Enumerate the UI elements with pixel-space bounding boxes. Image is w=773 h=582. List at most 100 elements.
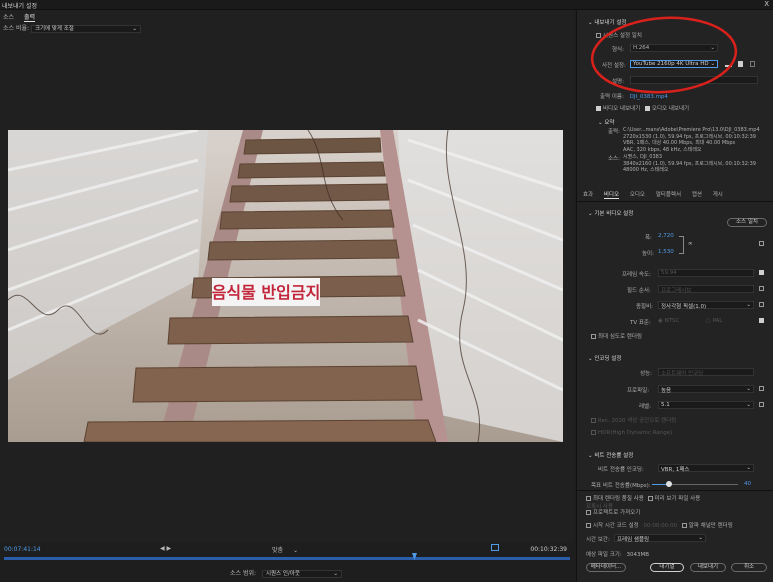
chevron-down-icon: ⌄ bbox=[746, 386, 751, 392]
tv-standard-checkbox[interactable] bbox=[759, 318, 764, 323]
field-order-checkbox[interactable] bbox=[759, 286, 764, 291]
height-label: 높이: bbox=[642, 251, 654, 257]
hdr-row[interactable]: HDR(High Dynamic Range) bbox=[591, 430, 672, 436]
import-project-label: 프로젝트로 가져오기 bbox=[593, 510, 641, 516]
export-av-row: 비디오 내보내기 오디오 내보내기 bbox=[596, 104, 689, 112]
encoding-header[interactable]: ⌄ 인코딩 설정 bbox=[588, 354, 621, 362]
performance-dropdown[interactable]: 소프트웨어 인코딩 bbox=[658, 368, 754, 377]
source-range-label: 소스 범위: bbox=[230, 570, 257, 577]
tab-multiplexer[interactable]: 멀티플렉서 bbox=[656, 192, 681, 198]
source-scale-dropdown[interactable]: 크기에 맞게 조절 ⌄ bbox=[30, 25, 141, 33]
frame-rate-label: 프레임 속도: bbox=[622, 272, 651, 278]
time-interp-dropdown[interactable]: 프레임 샘플링 ⌄ bbox=[614, 534, 706, 543]
bitrate-header[interactable]: ⌄ 비트 전송률 설정 bbox=[588, 451, 633, 459]
rec2020-row[interactable]: Rec. 2020 색상 공간으로 렌더링 bbox=[591, 416, 676, 424]
target-bitrate-handle[interactable] bbox=[666, 481, 672, 487]
tab-captions[interactable]: 캡션 bbox=[692, 192, 702, 198]
source-scale-label: 소스 비율: bbox=[3, 25, 30, 32]
chevron-down-icon: ⌄ bbox=[746, 402, 751, 408]
time-interp-label: 시간 보간: bbox=[586, 537, 610, 543]
crop-icon[interactable] bbox=[491, 544, 499, 551]
export-video-checkbox[interactable] bbox=[596, 106, 601, 111]
timeline-track[interactable] bbox=[4, 557, 570, 560]
use-previews-checkbox[interactable] bbox=[647, 496, 653, 501]
tv-standard-label: TV 표준: bbox=[630, 320, 651, 326]
source-scale-row: 소스 비율: 크기에 맞게 조절 ⌄ bbox=[3, 23, 141, 33]
hdr-label: HDR(High Dynamic Range) bbox=[598, 430, 673, 436]
metadata-button[interactable]: 메타데이터... bbox=[586, 563, 626, 572]
source-range-dropdown[interactable]: 시퀀스 인/아웃 ⌄ bbox=[261, 570, 342, 578]
summary-source-label: 소스: bbox=[608, 156, 620, 162]
cancel-button[interactable]: 취소 bbox=[731, 563, 767, 572]
source-scale-value: 크기에 맞게 조절 bbox=[34, 26, 74, 32]
summary-output-line: C:\User...mans\Adobe\Premiere Pro\13.0\D… bbox=[623, 127, 760, 133]
video-preview: 음식물 반입금지 bbox=[8, 130, 563, 442]
import-project-checkbox[interactable] bbox=[586, 510, 591, 515]
delete-preset-icon[interactable] bbox=[750, 61, 755, 67]
max-depth-row[interactable]: 최대 심도로 렌더링 bbox=[591, 332, 642, 340]
export-audio-checkbox[interactable] bbox=[644, 106, 650, 111]
max-quality-checkbox[interactable] bbox=[586, 496, 591, 501]
chevron-down-icon: ⌄ bbox=[746, 465, 751, 471]
basic-video-title: 기본 비디오 설정 bbox=[594, 211, 634, 217]
start-tc-value[interactable]: 00:00:00:00 bbox=[643, 523, 677, 529]
profile-dropdown[interactable]: 높음 ⌄ bbox=[658, 385, 754, 394]
file-size-label: 예상 파일 크기: bbox=[586, 552, 622, 558]
level-checkbox[interactable] bbox=[759, 402, 764, 407]
chevron-down-icon: ⌄ bbox=[698, 535, 703, 541]
export-button[interactable]: 내보내기 bbox=[690, 563, 726, 572]
target-bitrate-value[interactable]: 40 bbox=[744, 481, 751, 487]
queue-button[interactable]: 대기열 bbox=[650, 563, 684, 572]
frame-rate-dropdown[interactable]: 59.94 bbox=[658, 269, 754, 277]
hdr-checkbox[interactable] bbox=[591, 430, 596, 435]
level-dropdown[interactable]: 5.1 ⌄ bbox=[658, 401, 754, 409]
start-tc-checkbox[interactable] bbox=[586, 523, 591, 528]
source-output-tabs: 소스 출력 bbox=[3, 12, 43, 22]
field-order-value: 프로그레시브 bbox=[661, 288, 692, 294]
width-label: 폭: bbox=[645, 235, 652, 241]
tv-ntsc-option[interactable]: ◉ NTSC bbox=[658, 318, 679, 324]
tab-video[interactable]: 비디오 bbox=[603, 192, 620, 199]
tab-publish[interactable]: 게시 bbox=[713, 192, 723, 198]
mark-in-out-icons[interactable]: ◀ ▶ bbox=[160, 545, 171, 552]
tab-source[interactable]: 소스 bbox=[3, 14, 14, 21]
start-tc-row: 시작 시간 코드 설정 00:00:00:00 알파 채널만 렌더링 bbox=[586, 521, 733, 529]
aspect-value: 정사각형 픽셀(1.0) bbox=[661, 304, 707, 310]
summary-output-line: AAC, 320 kbps, 48 kHz, 스테레오 bbox=[623, 146, 702, 153]
max-depth-label: 최대 심도로 렌더링 bbox=[598, 334, 642, 340]
link-bracket bbox=[679, 236, 684, 254]
annotation-circle bbox=[590, 16, 738, 94]
tab-output[interactable]: 출력 bbox=[23, 14, 36, 22]
max-depth-checkbox[interactable] bbox=[591, 334, 596, 339]
chain-link-icon[interactable]: ∞ bbox=[688, 241, 693, 247]
import-project-row[interactable]: 프로젝트로 가져오기 bbox=[586, 508, 640, 516]
fit-dropdown[interactable]: 맞춤 ⌄ bbox=[272, 545, 298, 554]
rec2020-checkbox[interactable] bbox=[591, 418, 596, 423]
profile-checkbox[interactable] bbox=[759, 386, 764, 391]
match-source-button[interactable]: 소스 일치 bbox=[727, 218, 767, 227]
alpha-only-checkbox[interactable] bbox=[681, 523, 687, 528]
width-value[interactable]: 2,720 bbox=[658, 233, 674, 239]
bitrate-encoding-dropdown[interactable]: VBR, 1패스 ⌄ bbox=[658, 464, 754, 473]
end-timecode: 00:10:32:39 bbox=[530, 546, 567, 553]
settings-tabs: 효과 비디오 오디오 멀티플렉서 캡션 게시 bbox=[583, 190, 732, 199]
start-tc-label: 시작 시간 코드 설정 bbox=[593, 523, 639, 529]
tab-effects[interactable]: 효과 bbox=[583, 192, 593, 198]
tab-audio[interactable]: 오디오 bbox=[630, 192, 645, 198]
bitrate-title: 비트 전송률 설정 bbox=[594, 453, 634, 459]
field-order-dropdown[interactable]: 프로그레시브 bbox=[658, 285, 754, 294]
frame-rate-checkbox[interactable] bbox=[759, 270, 764, 275]
current-timecode[interactable]: 00:07:41:14 bbox=[4, 546, 41, 553]
tv-pal-option[interactable]: ○ PAL bbox=[706, 318, 722, 324]
file-size-row: 예상 파일 크기: 3043MB bbox=[586, 550, 649, 558]
aspect-checkbox[interactable] bbox=[759, 302, 764, 307]
render-options-row: 최대 렌더링 품질 사용 미리 보기 파일 사용 bbox=[586, 494, 700, 502]
height-value[interactable]: 1,530 bbox=[658, 249, 674, 255]
close-icon[interactable]: X bbox=[764, 0, 769, 8]
summary-header[interactable]: ⌄ 요약 bbox=[598, 118, 614, 126]
chevron-down-icon: ⌄ bbox=[333, 571, 338, 577]
basic-video-header[interactable]: ⌄ 기본 비디오 설정 bbox=[588, 209, 633, 217]
aspect-dropdown[interactable]: 정사각형 픽셀(1.0) ⌄ bbox=[658, 301, 754, 310]
size-override-checkbox[interactable] bbox=[759, 241, 764, 246]
profile-value: 높음 bbox=[661, 388, 672, 394]
